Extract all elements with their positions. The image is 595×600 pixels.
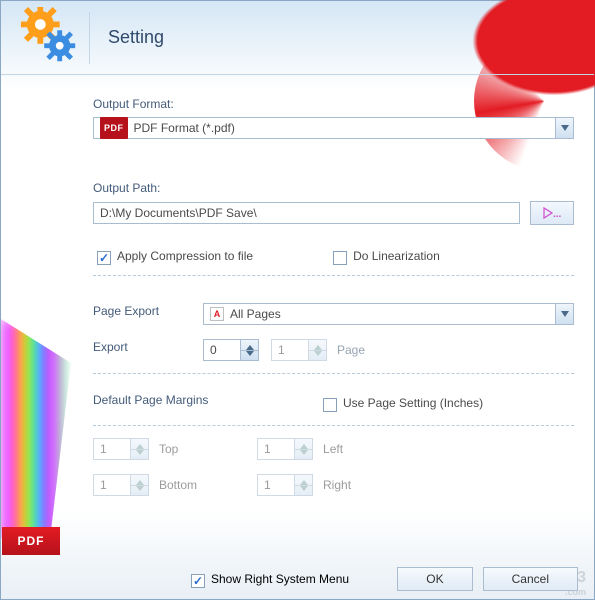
margin-bottom-label: Bottom bbox=[159, 478, 197, 492]
do-linearization-label: Do Linearization bbox=[353, 249, 440, 263]
margin-right-value: 1 bbox=[264, 478, 271, 492]
margin-bottom-value: 1 bbox=[100, 478, 107, 492]
show-right-menu-label: Show Right System Menu bbox=[211, 572, 349, 586]
export-from-value: 0 bbox=[210, 343, 217, 357]
margin-top-spinner: 1 bbox=[93, 438, 149, 460]
apply-compression-label: Apply Compression to file bbox=[117, 249, 253, 263]
do-linearization-checkbox[interactable]: Do Linearization bbox=[333, 249, 440, 263]
output-format-value: PDF Format (*.pdf) bbox=[134, 118, 235, 138]
spinner-buttons bbox=[308, 340, 326, 360]
export-to-spinner[interactable]: 1 bbox=[271, 339, 327, 361]
spinner-buttons bbox=[294, 475, 312, 495]
checkbox-icon bbox=[333, 251, 347, 265]
pdf-badge-decor: PDF bbox=[2, 527, 60, 555]
output-format-dropdown[interactable]: PDF PDF Format (*.pdf) bbox=[93, 117, 574, 139]
svg-text:...: ... bbox=[553, 209, 561, 220]
page-export-value: All Pages bbox=[230, 304, 281, 324]
page-suffix-label: Page bbox=[337, 343, 365, 357]
apply-compression-checkbox[interactable]: Apply Compression to file bbox=[97, 249, 253, 263]
checkbox-icon bbox=[323, 398, 337, 412]
ok-button[interactable]: OK bbox=[397, 567, 472, 591]
margin-left-value: 1 bbox=[264, 442, 271, 456]
use-page-setting-label: Use Page Setting (Inches) bbox=[343, 396, 483, 410]
output-path-input[interactable]: D:\My Documents\PDF Save\ bbox=[93, 202, 520, 224]
gears-icon bbox=[19, 7, 81, 69]
spinner-buttons[interactable] bbox=[240, 340, 258, 360]
margin-top-label: Top bbox=[159, 442, 178, 456]
margin-bottom-spinner: 1 bbox=[93, 474, 149, 496]
margin-top-value: 1 bbox=[100, 442, 107, 456]
footer: Show Right System Menu OK Cancel bbox=[1, 567, 594, 591]
margin-right-spinner: 1 bbox=[257, 474, 313, 496]
output-path-label: Output Path: bbox=[93, 181, 574, 195]
chevron-down-icon bbox=[555, 118, 573, 138]
checkbox-icon bbox=[97, 251, 111, 265]
margin-left-label: Left bbox=[323, 442, 343, 456]
margin-left-spinner: 1 bbox=[257, 438, 313, 460]
pdf-tag-icon: PDF bbox=[100, 117, 128, 139]
export-label: Export bbox=[93, 340, 203, 354]
spinner-buttons bbox=[130, 475, 148, 495]
output-format-label: Output Format: bbox=[93, 97, 574, 111]
chevron-down-icon bbox=[555, 304, 573, 324]
spinner-buttons bbox=[294, 439, 312, 459]
page-icon bbox=[210, 307, 224, 321]
margin-right-label: Right bbox=[323, 478, 351, 492]
page-export-dropdown[interactable]: All Pages bbox=[203, 303, 574, 325]
use-page-setting-checkbox[interactable]: Use Page Setting (Inches) bbox=[323, 396, 483, 410]
header: Setting bbox=[1, 1, 594, 75]
export-from-spinner[interactable]: 0 bbox=[203, 339, 259, 361]
browse-button[interactable]: ... bbox=[530, 201, 574, 225]
show-right-menu-checkbox[interactable]: Show Right System Menu bbox=[191, 572, 349, 586]
spinner-buttons bbox=[130, 439, 148, 459]
page-export-label: Page Export bbox=[93, 304, 203, 318]
page-title: Setting bbox=[108, 27, 164, 48]
export-to-value: 1 bbox=[278, 343, 285, 357]
checkbox-icon bbox=[191, 574, 205, 588]
cancel-button[interactable]: Cancel bbox=[483, 567, 578, 591]
margins-title: Default Page Margins bbox=[93, 393, 323, 407]
